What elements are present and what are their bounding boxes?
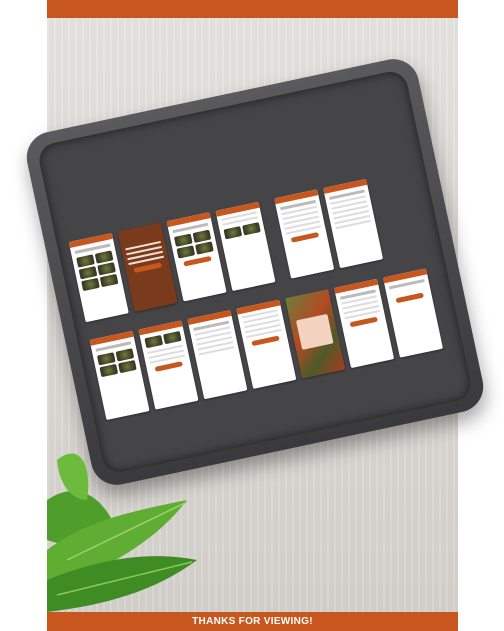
profile-screen [215, 201, 276, 292]
leafy-greens-image [47, 453, 197, 612]
footer-bar: THANKS FOR VIEWING! [47, 612, 458, 631]
thank-you-screen [382, 268, 444, 358]
thanks-text: THANKS FOR VIEWING! [192, 616, 313, 627]
top-accent-bar [47, 0, 458, 18]
ingredients-screen [323, 178, 384, 269]
